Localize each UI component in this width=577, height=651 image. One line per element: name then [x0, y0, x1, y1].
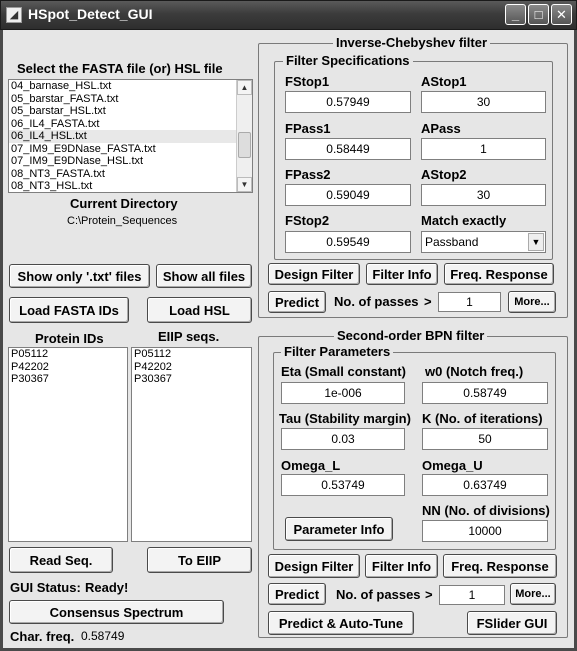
- dropdown-arrow-icon[interactable]: ▼: [528, 233, 544, 251]
- list-item[interactable]: P30367: [9, 373, 127, 386]
- astop2-input[interactable]: 30: [421, 184, 546, 206]
- cheby-passes-label: No. of passes: [334, 294, 419, 309]
- astop1-label: AStop1: [421, 74, 467, 89]
- list-item[interactable]: 07_IM9_E9DNase_HSL.txt: [9, 155, 252, 168]
- load-hsl-button[interactable]: Load HSL: [147, 297, 252, 323]
- cheby-freq-response-button[interactable]: Freq. Response: [444, 263, 554, 285]
- match-exactly-value: Passband: [425, 235, 479, 249]
- eiip-seqs-listbox[interactable]: P05112 P42202 P30367: [131, 347, 252, 542]
- minimize-button[interactable]: _: [505, 4, 526, 25]
- list-item[interactable]: P05112: [132, 348, 251, 361]
- bpn-more-button[interactable]: More...: [510, 583, 556, 605]
- list-item[interactable]: 04_barnase_HSL.txt: [9, 80, 252, 93]
- fstop1-input[interactable]: 0.57949: [285, 91, 411, 113]
- w0-input[interactable]: 0.58749: [422, 382, 548, 404]
- eiip-seqs-label: EIIP seqs.: [158, 329, 220, 344]
- scroll-thumb[interactable]: [238, 132, 251, 158]
- match-exactly-label: Match exactly: [421, 213, 507, 228]
- apass-input[interactable]: 1: [421, 138, 546, 160]
- fpass1-input[interactable]: 0.58449: [285, 138, 411, 160]
- list-item[interactable]: 07_IM9_E9DNase_FASTA.txt: [9, 143, 252, 156]
- cheby-passes-input[interactable]: 1: [438, 292, 501, 312]
- k-iterations-label: K (No. of iterations): [422, 411, 543, 426]
- omega-u-label: Omega_U: [422, 458, 483, 473]
- inverse-chebyshev-title: Inverse-Chebyshev filter: [333, 35, 491, 50]
- omega-u-input[interactable]: 0.63749: [422, 474, 548, 496]
- char-freq-label: Char. freq.: [10, 629, 75, 644]
- list-item[interactable]: P30367: [132, 373, 251, 386]
- show-txt-files-button[interactable]: Show only '.txt' files: [9, 264, 150, 288]
- k-iterations-input[interactable]: 50: [422, 428, 548, 450]
- current-directory-value: C:\Protein_Sequences: [67, 215, 178, 227]
- maximize-button[interactable]: □: [528, 4, 549, 25]
- consensus-spectrum-button[interactable]: Consensus Spectrum: [9, 600, 224, 624]
- cheby-design-filter-button[interactable]: Design Filter: [268, 263, 360, 285]
- cheby-filter-info-button[interactable]: Filter Info: [366, 263, 438, 285]
- file-list-scrollbar[interactable]: ▲ ▼: [236, 80, 252, 192]
- app-icon: ◢: [6, 7, 22, 23]
- omega-l-input[interactable]: 0.53749: [281, 474, 405, 496]
- protein-ids-listbox[interactable]: P05112 P42202 P30367: [8, 347, 128, 542]
- bpn-design-filter-button[interactable]: Design Filter: [268, 554, 360, 578]
- predict-auto-tune-button[interactable]: Predict & Auto-Tune: [268, 611, 414, 635]
- tau-label: Tau (Stability margin): [279, 411, 411, 426]
- list-item[interactable]: P42202: [132, 361, 251, 374]
- list-item[interactable]: 05_barstar_HSL.txt: [9, 105, 252, 118]
- scroll-up-icon[interactable]: ▲: [237, 80, 252, 95]
- gui-status-value: Ready!: [85, 580, 129, 595]
- list-item[interactable]: 06_IL4_HSL.txt: [9, 130, 252, 143]
- bpn-predict-button[interactable]: Predict: [268, 583, 326, 605]
- nn-divisions-label: NN (No. of divisions): [422, 503, 550, 518]
- current-directory-label: Current Directory: [70, 196, 178, 211]
- cheby-more-button[interactable]: More...: [508, 291, 556, 313]
- eta-label: Eta (Small constant): [281, 364, 406, 379]
- nn-divisions-input[interactable]: 10000: [422, 520, 548, 542]
- omega-l-label: Omega_L: [281, 458, 341, 473]
- filter-parameters-title: Filter Parameters: [281, 344, 394, 359]
- cheby-predict-button[interactable]: Predict: [268, 291, 326, 313]
- fslider-gui-button[interactable]: FSlider GUI: [467, 611, 557, 635]
- match-exactly-select[interactable]: Passband ▼: [421, 231, 546, 253]
- close-button[interactable]: ✕: [551, 4, 572, 25]
- apass-label: APass: [421, 121, 461, 136]
- fstop2-input[interactable]: 0.59549: [285, 231, 411, 253]
- scroll-down-icon[interactable]: ▼: [237, 177, 252, 192]
- fpass2-input[interactable]: 0.59049: [285, 184, 411, 206]
- fasta-select-label: Select the FASTA file (or) HSL file: [17, 61, 223, 76]
- fpass1-label: FPass1: [285, 121, 331, 136]
- show-all-files-button[interactable]: Show all files: [156, 264, 252, 288]
- list-item[interactable]: 05_barstar_FASTA.txt: [9, 93, 252, 106]
- fstop2-label: FStop2: [285, 213, 330, 228]
- bpn-passes-gt: >: [425, 587, 433, 602]
- astop2-label: AStop2: [421, 167, 467, 182]
- to-eiip-button[interactable]: To EIIP: [147, 547, 252, 573]
- bpn-filter-title: Second-order BPN filter: [334, 328, 488, 343]
- filter-specifications-title: Filter Specifications: [283, 53, 413, 68]
- file-listbox[interactable]: 04_barnase_HSL.txt 05_barstar_FASTA.txt 05…: [8, 79, 253, 193]
- list-item[interactable]: 08_NT3_HSL.txt: [9, 180, 252, 192]
- bpn-freq-response-button[interactable]: Freq. Response: [443, 554, 557, 578]
- cheby-passes-gt: >: [424, 294, 432, 309]
- window-title: HSpot_Detect_GUI: [28, 6, 153, 22]
- list-item[interactable]: 08_NT3_FASTA.txt: [9, 168, 252, 181]
- astop1-input[interactable]: 30: [421, 91, 546, 113]
- fpass2-label: FPass2: [285, 167, 331, 182]
- w0-label: w0 (Notch freq.): [425, 364, 524, 379]
- tau-input[interactable]: 0.03: [281, 428, 405, 450]
- list-item[interactable]: P05112: [9, 348, 127, 361]
- list-item[interactable]: 06_IL4_FASTA.txt: [9, 118, 252, 131]
- read-seq-button[interactable]: Read Seq.: [9, 547, 113, 573]
- bpn-filter-info-button[interactable]: Filter Info: [365, 554, 438, 578]
- protein-ids-label: Protein IDs: [35, 331, 104, 346]
- parameter-info-button[interactable]: Parameter Info: [285, 517, 393, 541]
- bpn-passes-label: No. of passes: [336, 587, 421, 602]
- char-freq-value: 0.58749: [81, 629, 125, 643]
- bpn-passes-input[interactable]: 1: [439, 585, 505, 605]
- list-item[interactable]: P42202: [9, 361, 127, 374]
- eta-input[interactable]: 1e-006: [281, 382, 405, 404]
- load-fasta-ids-button[interactable]: Load FASTA IDs: [9, 297, 129, 323]
- fstop1-label: FStop1: [285, 74, 330, 89]
- gui-status-label: GUI Status:: [10, 580, 81, 595]
